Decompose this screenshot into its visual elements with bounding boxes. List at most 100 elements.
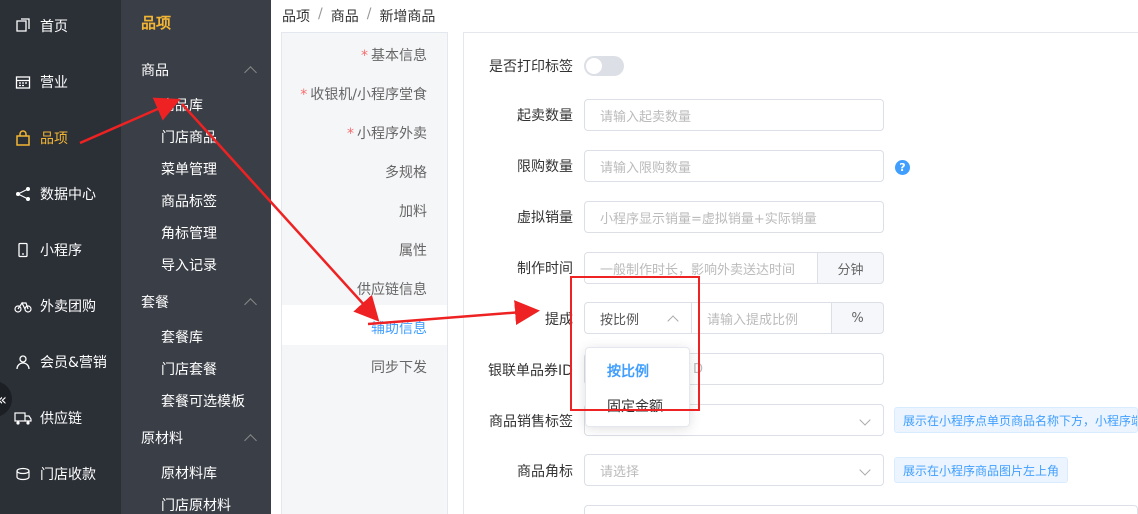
chevron-up-icon [244,297,257,311]
sub-item-menu-management[interactable]: 菜单管理 [161,159,217,179]
nav-data-center[interactable]: 数据中心 [0,174,121,214]
calendar-icon [14,73,32,91]
nav-store-payment[interactable]: 门店收款 [0,454,121,494]
nav-home[interactable]: 首页 [0,6,121,46]
make-time-unit: 分钟 [817,252,884,284]
nav-delivery[interactable]: 外卖团购 [0,286,121,326]
tab-specs[interactable]: 多规格 [385,162,427,182]
form-row: 商品角标 [470,461,573,481]
corner-badge-tip: 展示在小程序商品图片左上角 [894,457,1068,483]
sub-item-corner-badges[interactable]: 角标管理 [161,223,217,243]
nav-label: 小程序 [40,243,82,259]
truck-icon [14,409,32,427]
sub-item-product-tags[interactable]: 商品标签 [161,191,217,211]
tab-attributes[interactable]: 属性 [399,240,427,260]
unionpay-label: 银联单品券ID [488,363,573,379]
nav-mini-program[interactable]: 小程序 [0,230,121,270]
user-icon [14,353,32,371]
chevron-up-icon [244,65,257,79]
breadcrumb-item[interactable]: 品项 [282,6,310,26]
tab-supply-chain[interactable]: 供应链信息 [357,279,427,299]
sub-item-import-records[interactable]: 导入记录 [161,255,217,275]
form-row: 起卖数量 [470,105,573,125]
tab-label: 收银机/小程序堂食 [310,87,427,103]
corner-badge-label: 商品角标 [517,464,573,480]
group-products[interactable]: 商品 [141,60,257,80]
breadcrumb: 品项 / 商品 / 新增商品 [282,6,435,26]
virtual-sales-input[interactable]: 小程序显示销量=虚拟销量+实际销量 [584,201,884,233]
share-icon [14,185,32,203]
chevron-down-icon [859,464,871,476]
required-mark: * [300,87,308,103]
tab-pos-dine-in[interactable]: * 收银机/小程序堂食 [300,84,427,104]
group-label: 原材料 [141,431,183,447]
min-qty-label: 起卖数量 [517,108,573,124]
limit-qty-input[interactable]: 请输入限购数量 [584,150,884,182]
tab-basic-info[interactable]: * 基本信息 [361,45,427,65]
commission-unit: % [831,302,884,334]
nav-label: 供应链 [40,411,82,427]
commission-label: 提成 [545,312,573,328]
corner-badge-placeholder: 请选择 [600,464,640,480]
nav-label: 外卖团购 [40,299,96,315]
nav-items[interactable]: 品项 [0,118,121,158]
tab-sync[interactable]: 同步下发 [371,357,427,377]
tab-label: 小程序外卖 [357,126,427,142]
switch-knob [586,58,602,74]
chevron-up-icon [244,433,257,447]
nav-label: 数据中心 [40,187,96,203]
main-sidebar: 首页 营业 品项 数据中心 小程序 外卖团购 会员&营销 供应链 门店收款 [0,0,121,514]
nav-label: 品项 [40,131,68,147]
sub-item-store-products[interactable]: 门店商品 [161,127,217,147]
nav-label: 首页 [40,19,68,35]
sub-item-material-library[interactable]: 原材料库 [161,463,217,483]
coin-icon [14,465,32,483]
sub-item-store-combos[interactable]: 门店套餐 [161,359,217,379]
section-tabs: * 基本信息 * 收银机/小程序堂食 * 小程序外卖 多规格 加料 属性 供应链信息 … [281,32,448,514]
next-field-input[interactable] [584,505,1138,514]
commission-rate-input[interactable]: 请输入提成比例 [691,302,832,334]
form-row: 提成 [470,309,573,329]
corner-badge-select[interactable]: 请选择 [584,454,884,486]
sub-item-combo-templates[interactable]: 套餐可选模板 [161,391,245,411]
breadcrumb-item: 新增商品 [379,9,436,25]
tab-auxiliary-info[interactable]: 辅助信息 [371,318,427,338]
virtual-sales-label: 虚拟销量 [517,210,573,226]
make-time-label: 制作时间 [517,261,573,277]
form-row: 虚拟销量 [470,207,573,227]
form-row: 银联单品券ID [460,360,573,380]
group-label: 商品 [141,63,169,79]
tab-label: 基本信息 [371,48,427,64]
limit-qty-label: 限购数量 [517,159,573,175]
required-mark: * [361,48,368,64]
bike-icon [14,297,32,315]
form-row: 制作时间 [470,258,573,278]
help-icon[interactable]: ? [895,160,910,175]
nav-label: 会员&营销 [40,355,107,371]
sub-item-store-materials[interactable]: 门店原材料 [161,495,231,514]
tab-mini-takeout[interactable]: * 小程序外卖 [347,123,427,143]
tab-addons[interactable]: 加料 [399,201,427,221]
breadcrumb-item[interactable]: 商品 [331,6,359,26]
nav-business[interactable]: 营业 [0,62,121,102]
nav-supply-chain[interactable]: 供应链 [0,398,121,438]
phone-icon [14,241,32,259]
form-row: 商品销售标签 [470,411,573,431]
print-label-switch[interactable] [584,56,624,76]
sub-item-combo-library[interactable]: 套餐库 [161,327,203,347]
sub-sidebar-title: 品项 [141,14,172,32]
group-raw-materials[interactable]: 原材料 [141,428,257,448]
form-row: 限购数量 [470,156,573,176]
group-label: 套餐 [141,295,169,311]
nav-member[interactable]: 会员&营销 [0,342,121,382]
required-mark: * [347,126,354,142]
min-qty-input[interactable]: 请输入起卖数量 [584,99,884,131]
group-combos[interactable]: 套餐 [141,292,257,312]
annotation-highlight-box [570,276,700,411]
sub-sidebar: 品项 商品 商品库 门店商品 菜单管理 商品标签 角标管理 导入记录 套餐 套餐… [121,0,271,514]
bag-icon [14,129,32,147]
print-label-label: 是否打印标签 [489,59,573,75]
breadcrumb-separator: / [366,6,372,22]
home-icon [14,17,32,35]
sub-item-product-library[interactable]: 商品库 [161,95,203,115]
